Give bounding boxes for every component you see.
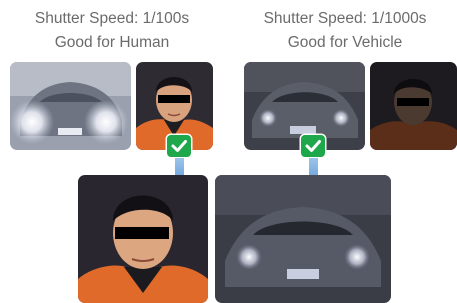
shutter-speed-caption: Shutter Speed: 1/100s: [34, 10, 190, 27]
face-enlarged-output: [78, 175, 208, 303]
left-panel: Shutter Speed: 1/100s Good for Human: [0, 0, 224, 303]
use-case-caption: Good for Vehicle: [287, 34, 403, 51]
face-thumbnail-underexposed: [370, 62, 457, 150]
use-case-caption: Good for Human: [54, 34, 170, 51]
checkmark-icon: [301, 135, 325, 157]
car-thumbnail-overexposed: [10, 62, 131, 150]
shutter-speed-caption: Shutter Speed: 1/1000s: [263, 10, 427, 27]
car-enlarged-output: [215, 175, 391, 303]
right-panel: Shutter Speed: 1/1000s Good for Vehicle: [215, 0, 457, 303]
checkmark-icon: [167, 135, 191, 157]
